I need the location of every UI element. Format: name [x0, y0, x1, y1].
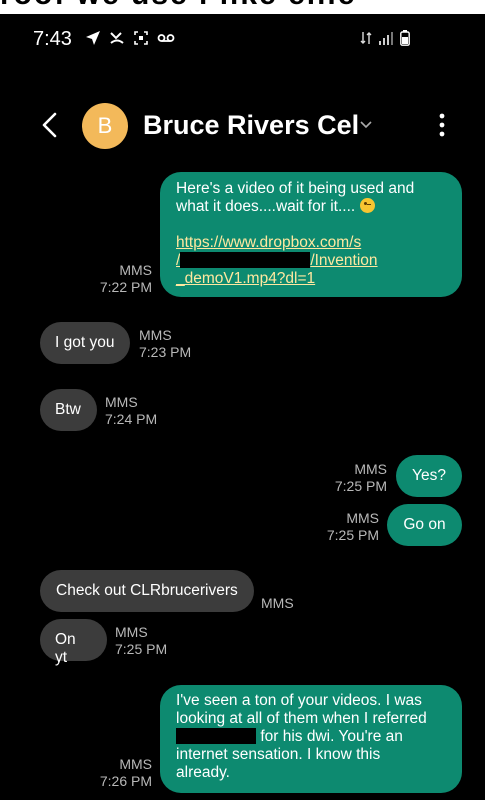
- message-time: 7:24 PM: [105, 411, 158, 427]
- message-time: 7:26 PM: [99, 773, 152, 789]
- avatar-letter: B: [97, 113, 113, 138]
- message-text: Go on: [403, 516, 446, 533]
- message-meta: MMS 7:26 PM: [78, 756, 152, 790]
- sent-message-bubble[interactable]: Yes?: [396, 455, 462, 497]
- message-type: MMS: [119, 262, 152, 278]
- message-type: MMS: [261, 595, 294, 611]
- redaction-bar: [176, 728, 256, 744]
- missed-call-icon: [110, 32, 124, 44]
- status-time: 7:43: [33, 28, 72, 50]
- message-text: I got you: [55, 334, 115, 351]
- contact-name[interactable]: Bruce Rivers Cel: [143, 110, 359, 141]
- sent-message-bubble[interactable]: Here's a video of it being used and what…: [160, 172, 462, 297]
- received-message-bubble[interactable]: I got you: [40, 322, 130, 364]
- message-text: Btw: [55, 401, 81, 418]
- back-arrow-icon[interactable]: [38, 110, 62, 140]
- message-meta: MMS 7:24 PM: [105, 394, 157, 428]
- message-type: MMS: [354, 461, 387, 477]
- dropbox-link[interactable]: https://www.dropbox.com/s //Invention _d…: [176, 234, 448, 288]
- message-time: 7:25 PM: [334, 478, 387, 494]
- signal-icon: [379, 32, 393, 45]
- cropped-top-strip: roof we use i like ellie: [0, 0, 485, 14]
- message-text: I've seen a ton of your videos. I was lo…: [176, 692, 427, 781]
- message-meta: MMS 7:22 PM: [78, 262, 152, 296]
- message-meta: MMS 7:25 PM: [115, 624, 167, 658]
- navigation-icon: [86, 31, 100, 45]
- contact-avatar[interactable]: B: [82, 103, 128, 149]
- message-type: MMS: [119, 756, 152, 772]
- received-message-bubble[interactable]: Check out CLRbrucerivers: [40, 570, 254, 612]
- status-icons-right: [360, 30, 410, 46]
- message-text: Check out CLRbrucerivers: [56, 582, 238, 599]
- chevron-down-icon[interactable]: [358, 117, 374, 133]
- message-type: MMS: [115, 624, 148, 640]
- status-icons-left: [85, 30, 175, 46]
- message-meta: MMS 7:23 PM: [139, 327, 191, 361]
- sync-icon: [360, 32, 372, 44]
- sent-message-bubble[interactable]: Go on: [387, 504, 462, 546]
- conversation-header: B Bruce Rivers Cel: [0, 90, 485, 160]
- cropped-top-text: roof we use i like ellie: [0, 0, 485, 12]
- redaction-bar: [180, 252, 311, 268]
- message-time: 7:25 PM: [115, 641, 168, 657]
- message-meta: MMS 7:25 PM: [305, 510, 379, 544]
- received-message-bubble[interactable]: Btw: [40, 389, 97, 431]
- winking-face-emoji-icon: [359, 198, 375, 213]
- message-time: 7:22 PM: [99, 279, 152, 295]
- sent-message-bubble[interactable]: I've seen a ton of your videos. I was lo…: [160, 685, 462, 793]
- message-time: 7:23 PM: [139, 344, 192, 360]
- message-meta: MMS 7:25 PM: [315, 461, 387, 495]
- message-text: Yes?: [412, 467, 446, 484]
- status-bar: 7:43: [0, 14, 485, 64]
- message-text: On yt: [55, 631, 76, 666]
- message-text: Here's a video of it being used and what…: [176, 180, 415, 215]
- message-type: MMS: [105, 394, 138, 410]
- message-type: MMS: [139, 327, 172, 343]
- message-time: 7:25 PM: [326, 527, 379, 543]
- voicemail-icon: [157, 34, 175, 42]
- battery-icon: [400, 30, 410, 46]
- more-options-icon[interactable]: [430, 110, 454, 140]
- message-type: MMS: [346, 510, 379, 526]
- received-message-bubble[interactable]: On yt: [40, 619, 107, 666]
- screenshot-icon: [134, 31, 148, 45]
